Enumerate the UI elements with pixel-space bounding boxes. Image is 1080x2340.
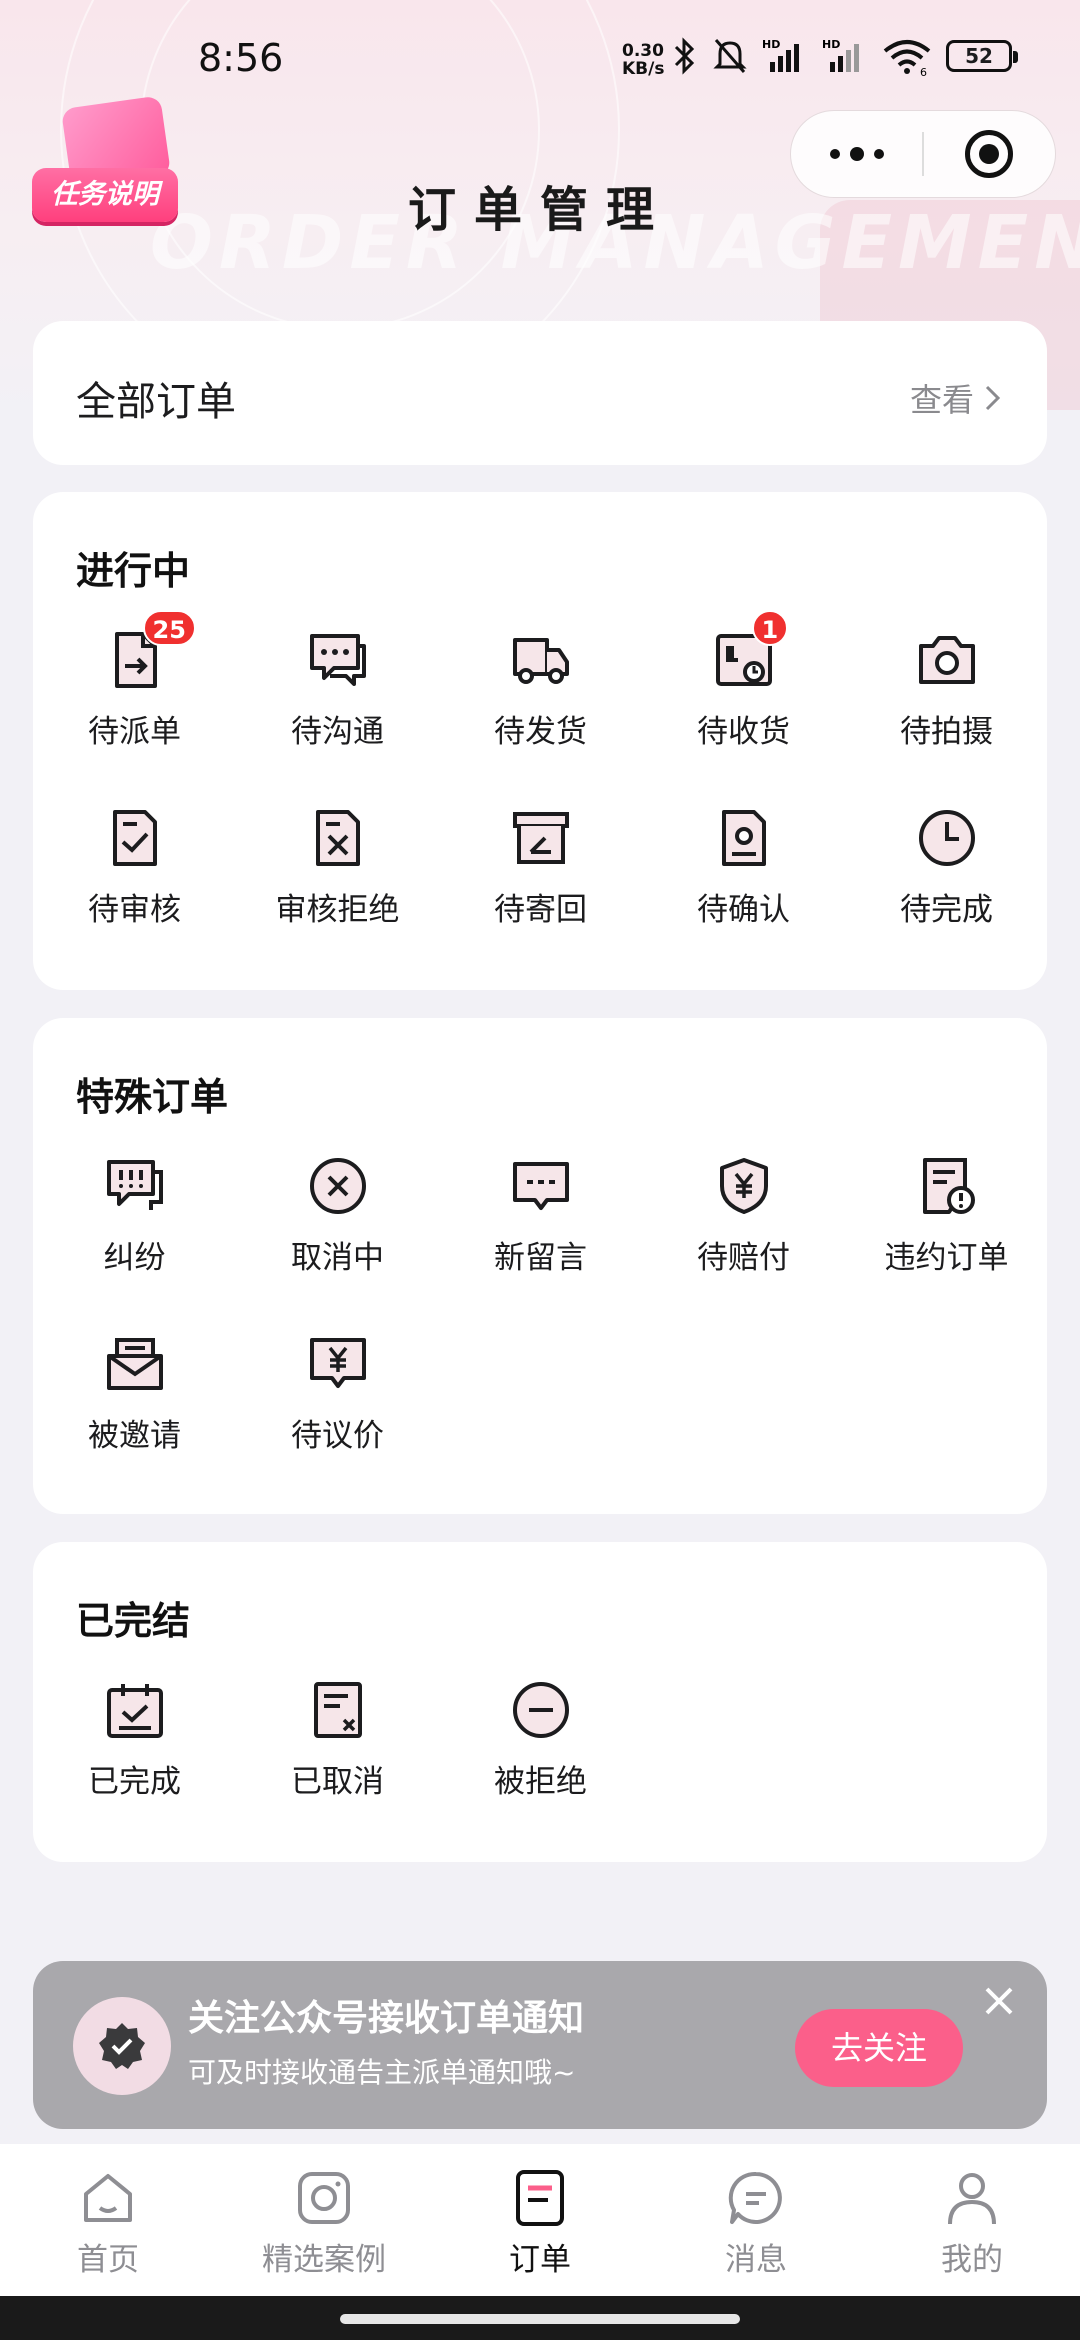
net-speed: 0.30 KB/s [622,41,665,79]
document-alert-icon [922,1158,975,1214]
badge-pending-dispatch: 25 [142,610,196,646]
order-pending-shipment[interactable]: 待发货 [439,602,642,780]
shield-yen-icon [719,1158,768,1214]
order-icon [516,2170,564,2226]
svg-text:HD: HD [762,38,780,51]
ongoing-card: 进行中 25 待派单 待沟通 待发货 1 待收货 待拍摄 待审核 审核拒绝 待寄… [33,492,1047,990]
order-refused[interactable]: 被拒绝 [439,1652,642,1830]
document-cancel-icon [313,1682,362,1738]
dispute-chat-icon [106,1160,163,1210]
svg-text:6: 6 [920,66,927,76]
cancel-circle-icon [309,1158,366,1214]
special-orders-card: 特殊订单 纠纷 取消中 新留言 待赔付 违约订单 被邀请 待议价 [33,1018,1047,1514]
close-miniapp-button[interactable] [924,110,1055,198]
chevron-right-icon [985,385,1001,411]
minus-circle-icon [512,1682,569,1738]
order-pending-compensation[interactable]: 待赔付 [642,1128,845,1306]
follow-button[interactable]: 去关注 [795,2009,963,2087]
document-person-icon [721,810,766,866]
tab-messages[interactable]: 消息 [648,2144,864,2296]
chat-bubbles-icon [309,634,366,686]
yen-message-icon [309,1338,366,1388]
order-pending-receipt[interactable]: 1 待收货 [642,602,845,780]
order-dispute[interactable]: 纠纷 [33,1128,236,1306]
order-pending-return[interactable]: 待寄回 [439,780,642,958]
badge-pending-receipt: 1 [751,610,789,646]
order-pending-review[interactable]: 待审核 [33,780,236,958]
tab-profile[interactable]: 我的 [864,2144,1080,2296]
envelope-icon [106,1338,163,1390]
order-cancelled[interactable]: 已取消 [236,1652,439,1830]
special-title: 特殊订单 [76,1075,229,1119]
banner-subtitle: 可及时接收通告主派单通知哦~ [188,2056,576,2089]
order-pending-completion[interactable]: 待完成 [845,780,1048,958]
tab-featured-cases[interactable]: 精选案例 [216,2144,432,2296]
home-indicator[interactable] [340,2314,740,2324]
system-nav-area [0,2296,1080,2340]
ongoing-title: 进行中 [76,549,191,593]
completed-title: 已完结 [76,1599,191,1643]
order-pending-confirm[interactable]: 待确认 [642,780,845,958]
document-x-icon [315,810,360,866]
document-check-icon [112,810,157,866]
status-time: 8:56 [198,36,284,80]
bottom-tab-bar: 首页 精选案例 订单 消息 我的 [0,2144,1080,2296]
all-orders-title: 全部订单 [76,379,236,425]
more-button[interactable] [791,110,922,198]
tab-home[interactable]: 首页 [0,2144,216,2296]
return-box-icon [512,812,569,864]
message-icon [728,2171,782,2224]
order-pending-shoot[interactable]: 待拍摄 [845,602,1048,780]
more-dots-icon [829,147,884,161]
order-cancelling[interactable]: 取消中 [236,1128,439,1306]
order-pending-dispatch[interactable]: 25 待派单 [33,602,236,780]
order-breach[interactable]: 违约订单 [845,1128,1048,1306]
target-icon [965,130,1014,178]
signal-icon: HD [762,38,799,72]
battery-indicator: 52 [946,40,1018,72]
miniapp-capsule [790,110,1056,198]
mute-bell-icon [713,39,747,73]
view-all-link[interactable]: 查看 [910,375,1002,421]
all-orders-card[interactable]: 全部订单 查看 [33,321,1047,465]
verified-badge-avatar [73,1997,171,2095]
completed-card: 已完结 已完成 已取消 被拒绝 [33,1542,1047,1862]
order-invited[interactable]: 被邀请 [33,1306,236,1484]
camera-icon [918,636,975,684]
bluetooth-icon [674,37,695,75]
order-pending-price-negotiation[interactable]: 待议价 [236,1306,439,1484]
follow-official-account-banner: 关注公众号接收订单通知 可及时接收通告主派单通知哦~ 去关注 [33,1961,1047,2129]
calendar-check-icon [106,1684,163,1738]
clock-icon [918,810,975,866]
truck-icon [512,638,569,684]
tab-orders[interactable]: 订单 [432,2144,648,2296]
order-review-rejected[interactable]: 审核拒绝 [236,780,439,958]
message-bubble-icon [512,1162,569,1210]
order-pending-communication[interactable]: 待沟通 [236,602,439,780]
order-completed[interactable]: 已完成 [33,1652,236,1830]
order-new-message[interactable]: 新留言 [439,1128,642,1306]
wifi-icon: 6 [883,40,931,76]
verified-badge-icon [99,2023,145,2069]
banner-title: 关注公众号接收订单通知 [188,1998,585,2039]
profile-icon [948,2173,996,2225]
close-icon[interactable] [979,1981,1019,2021]
home-icon [84,2174,132,2222]
signal-icon-2: HD [822,38,859,72]
svg-text:HD: HD [822,38,840,51]
camera-icon [298,2172,350,2224]
